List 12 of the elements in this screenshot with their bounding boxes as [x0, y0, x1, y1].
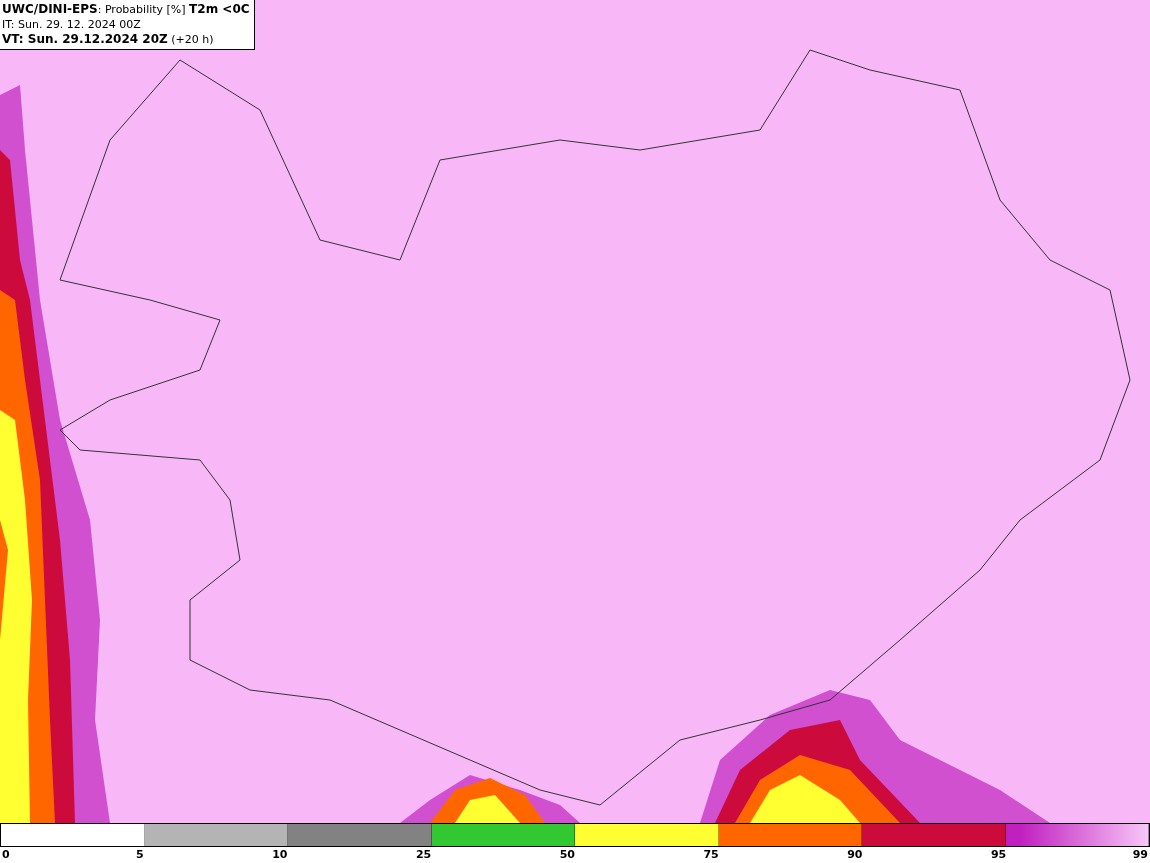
scale-label: 75 [703, 848, 719, 861]
scale-label: 25 [415, 848, 432, 861]
info-line: IT: Sun. 29. 12. 2024 00Z [2, 17, 142, 32]
info-line: UWC/DINI-EPS: Probability [%] T2m <0C [2, 2, 250, 17]
scale-label: 0 [2, 848, 10, 861]
info-line: VT: Sun. 29.12.2024 20Z (+20 h) [2, 32, 215, 47]
scale-label: 10 [272, 848, 288, 861]
scale-label: 5 [136, 848, 144, 861]
scale-label: 90 [847, 848, 863, 861]
scale-label: 99 [1132, 848, 1148, 861]
scale-label: 95 [990, 848, 1007, 861]
scale-label: 50 [559, 848, 575, 861]
